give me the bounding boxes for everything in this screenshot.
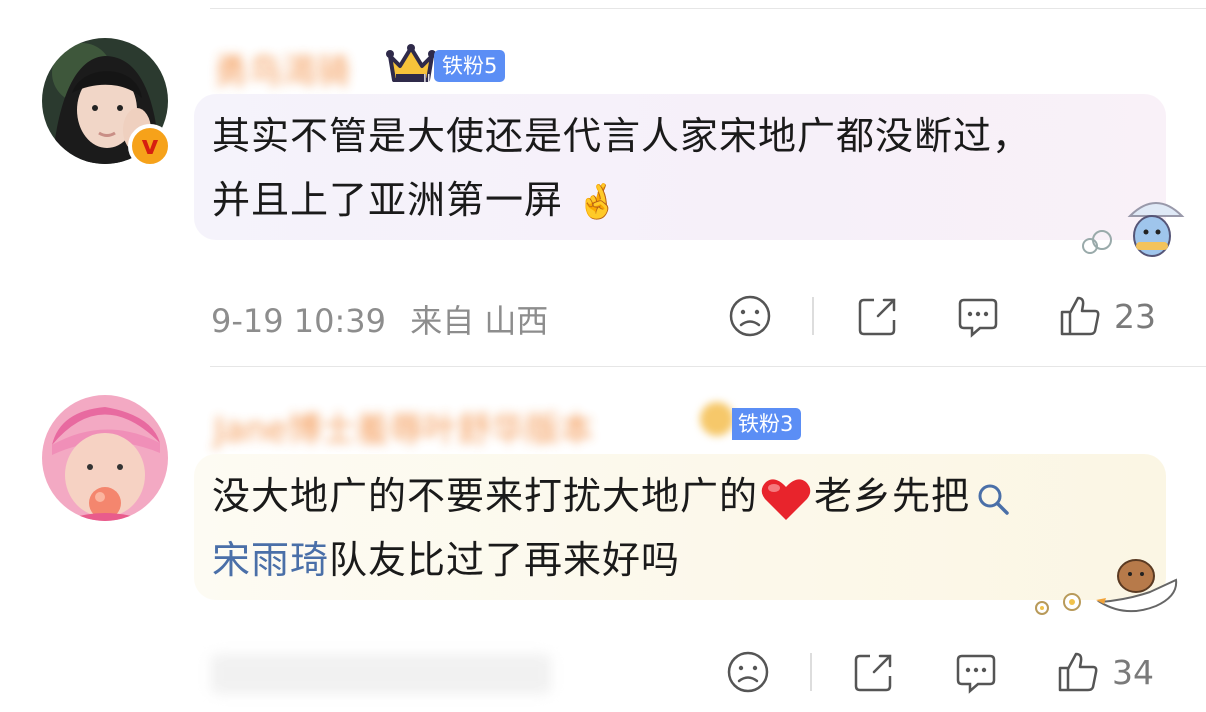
share-icon [854,654,892,692]
reply-button[interactable] [956,291,1000,341]
like-count: 34 [1112,652,1154,692]
username[interactable]: Jane博士羞辱叶舒华版本 [214,402,593,451]
comment-text-line-1-row: 没大地广的不要来打扰大地广的 老乡先把 [212,464,1166,528]
thumbs-up-icon [1058,652,1098,692]
svg-text:II: II [423,73,431,86]
share-icon [858,298,896,336]
dislike-button[interactable] [726,647,770,697]
comment-text-line-2-row: 并且上了亚洲第一屏 🤞 [212,168,1166,234]
comment-icon [958,298,998,338]
thumbs-up-icon [1060,296,1100,336]
comment-text-part-2: 老乡先把 [814,474,971,518]
comment-bubble[interactable]: 其实不管是大使还是代言人家宋地广都没断过， 并且上了亚洲第一屏 🤞 [194,94,1166,240]
action-bar: 23 [0,291,1206,341]
dislike-button[interactable] [728,291,772,341]
like-count: 23 [1114,296,1156,336]
username[interactable]: 勇鸟渴骑 [214,44,350,93]
top-divider [210,8,1206,9]
action-bar: 34 [0,647,1206,697]
comment-text-line-1: 其实不管是大使还是代言人家宋地广都没断过， [212,114,1032,158]
heart-icon [761,478,811,520]
comment-text-part-1: 没大地广的不要来打扰大地广的 [212,474,759,518]
divider [810,653,812,691]
sad-face-icon [727,651,769,693]
comment-bubble[interactable]: 没大地广的不要来打扰大地广的 老乡先把 宋雨琦队友比过了再来好吗 [194,454,1166,600]
fan-badge: 铁粉5 [434,50,506,82]
topic-link[interactable]: 宋雨琦 [212,538,329,582]
fan-badge: 铁粉3 [732,408,802,440]
comment-divider [210,366,1206,367]
comment-text-line-2: 并且上了亚洲第一屏 [212,178,564,222]
like-button[interactable]: 23 [1058,291,1156,341]
verified-badge-icon: v [128,124,172,168]
finger-heart-emoji-icon: 🤞 [576,182,620,222]
reply-button[interactable] [954,647,998,697]
comment-text-line-2-row: 宋雨琦队友比过了再来好吗 [212,528,1166,592]
divider [812,297,814,335]
like-button[interactable]: 34 [1056,647,1154,697]
comment-icon [956,654,996,694]
avatar[interactable] [42,395,168,521]
capybara-goose-sticker-icon [1026,552,1186,626]
crown-badge-icon [700,402,734,436]
comment-text-part-3: 队友比过了再来好吗 [329,538,681,582]
crown-badge-icon: II [386,44,436,88]
sad-face-icon [729,295,771,337]
search-icon [978,484,1009,515]
share-button[interactable] [852,647,896,697]
umbrella-dolphin-sticker-icon [1070,196,1186,266]
share-button[interactable] [856,291,900,341]
